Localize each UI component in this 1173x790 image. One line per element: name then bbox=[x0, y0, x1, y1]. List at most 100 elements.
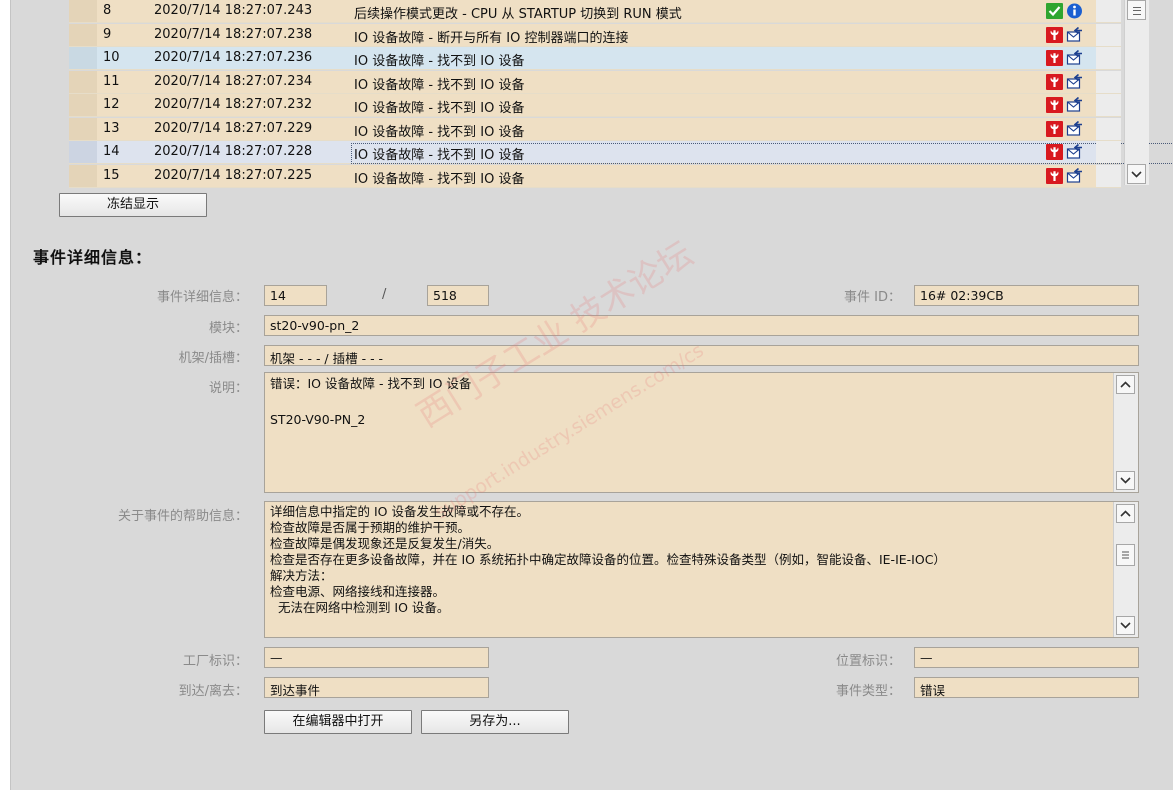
row-end-cell bbox=[1096, 94, 1121, 116]
row-header-cell bbox=[69, 141, 97, 163]
event-table-scrollbar[interactable] bbox=[1124, 0, 1149, 185]
envelope-arrow-icon bbox=[1066, 120, 1083, 137]
chevron-down-icon bbox=[1120, 477, 1131, 484]
index-separator: / bbox=[382, 287, 387, 302]
event-row[interactable]: 13 2020/7/14 18:27:07.229 IO 设备故障 - 找不到 IO… bbox=[69, 117, 1121, 141]
event-message: IO 设备故障 - 找不到 IO 设备 bbox=[354, 77, 525, 93]
row-header-cell bbox=[69, 117, 97, 140]
event-message: IO 设备故障 - 找不到 IO 设备 bbox=[354, 101, 525, 116]
event-row[interactable]: 14 2020/7/14 18:27:07.228 IO 设备故障 - 找不到 IO… bbox=[69, 141, 1173, 164]
row-end-cell bbox=[1096, 23, 1121, 46]
row-header-cell bbox=[69, 94, 97, 116]
description-content: 错误：IO 设备故障 - 找不到 IO 设备 ST20-V90-PN_2 bbox=[270, 376, 1108, 428]
row-end-cell bbox=[1096, 141, 1121, 163]
event-timestamp: 2020/7/14 18:27:07.232 bbox=[154, 97, 313, 112]
event-row[interactable]: 9 2020/7/14 18:27:07.238 IO 设备故障 - 断开与所有 I… bbox=[69, 23, 1121, 47]
help-line: 检查是否存在更多设备故障，并在 IO 系统拓扑中确定故障设备的位置。检查特殊设备… bbox=[270, 552, 946, 567]
info-icon bbox=[1066, 3, 1083, 19]
event-row[interactable]: 8 2020/7/14 18:27:07.243 后续操作模式更改 - CPU 从 … bbox=[69, 0, 1121, 23]
location-id-label: 位置标识： bbox=[835, 654, 901, 669]
help-line: 解决方法： bbox=[270, 568, 333, 583]
chevron-up-icon bbox=[1120, 510, 1131, 517]
description-scrollbar[interactable] bbox=[1113, 373, 1138, 492]
grip-icon bbox=[1133, 7, 1141, 15]
help-line: 检查故障是否属于预期的维护干预。 bbox=[270, 520, 471, 535]
freeze-display-button[interactable]: 冻结显示 bbox=[59, 193, 207, 217]
scroll-up-button[interactable] bbox=[1116, 375, 1135, 394]
row-end-cell bbox=[1096, 70, 1121, 93]
help-content: 详细信息中指定的 IO 设备发生故障或不存在。 检查故障是否属于预期的维护干预。… bbox=[270, 504, 1108, 616]
description-line bbox=[270, 392, 1108, 408]
save-as-button[interactable]: 另存为... bbox=[421, 710, 569, 734]
scroll-thumb[interactable] bbox=[1116, 544, 1135, 566]
event-timestamp: 2020/7/14 18:27:07.238 bbox=[154, 26, 313, 42]
event-icons bbox=[1044, 120, 1092, 138]
plant-id-field: — bbox=[264, 647, 489, 668]
description-line: ST20-V90-PN_2 bbox=[270, 412, 366, 427]
scroll-down-button[interactable] bbox=[1116, 471, 1135, 490]
row-end-cell bbox=[1096, 117, 1121, 140]
wrench-icon bbox=[1046, 144, 1063, 160]
grip-icon bbox=[1122, 551, 1129, 559]
help-scrollbar[interactable] bbox=[1113, 502, 1138, 637]
envelope-arrow-icon bbox=[1066, 49, 1083, 66]
arrive-leave-field: 到达事件 bbox=[264, 677, 489, 698]
event-message: IO 设备故障 - 找不到 IO 设备 bbox=[354, 54, 525, 69]
event-total-field: 518 bbox=[427, 285, 489, 306]
open-in-editor-button[interactable]: 在编辑器中打开 bbox=[264, 710, 412, 734]
event-icons bbox=[1044, 167, 1092, 185]
event-row[interactable]: 15 2020/7/14 18:27:07.225 IO 设备故障 - 找不到 IO… bbox=[69, 164, 1121, 188]
event-message: IO 设备故障 - 断开与所有 IO 控制器端口的连接 bbox=[354, 30, 629, 46]
row-header-cell bbox=[69, 0, 97, 22]
wrench-icon bbox=[1046, 167, 1063, 184]
event-icons bbox=[1044, 26, 1092, 44]
arrive-leave-label: 到达/离去： bbox=[178, 684, 248, 699]
event-row[interactable]: 10 2020/7/14 18:27:07.236 IO 设备故障 - 找不到 IO… bbox=[69, 47, 1121, 70]
event-timestamp: 2020/7/14 18:27:07.234 bbox=[154, 73, 313, 89]
help-line: 检查电源、网络接线和连接器。 bbox=[270, 584, 446, 599]
event-row[interactable]: 11 2020/7/14 18:27:07.234 IO 设备故障 - 找不到 IO… bbox=[69, 70, 1121, 94]
envelope-arrow-icon bbox=[1066, 26, 1083, 43]
chevron-down-icon bbox=[1131, 171, 1142, 178]
wrench-icon bbox=[1046, 26, 1063, 43]
event-type-label: 事件类型： bbox=[835, 684, 901, 699]
description-textarea[interactable]: 错误：IO 设备故障 - 找不到 IO 设备 ST20-V90-PN_2 bbox=[264, 372, 1139, 493]
scroll-down-button[interactable] bbox=[1127, 164, 1146, 184]
event-detail-label: 事件详细信息： bbox=[156, 290, 248, 305]
event-row[interactable]: 12 2020/7/14 18:27:07.232 IO 设备故障 - 找不到 IO… bbox=[69, 94, 1121, 117]
event-number: 9 bbox=[103, 26, 112, 42]
row-end-cell bbox=[1096, 47, 1121, 69]
row-header-cell bbox=[69, 23, 97, 46]
wrench-icon bbox=[1046, 50, 1063, 66]
row-end-cell bbox=[1096, 0, 1121, 22]
event-number: 14 bbox=[103, 144, 120, 159]
event-icons bbox=[1044, 2, 1092, 20]
chevron-up-icon bbox=[1120, 381, 1131, 388]
module-label: 模块： bbox=[208, 321, 248, 336]
diagnostics-panel: 8 2020/7/14 18:27:07.243 后续操作模式更改 - CPU 从 … bbox=[10, 0, 1173, 790]
module-field: st20-v90-pn_2 bbox=[264, 315, 1139, 336]
event-timestamp: 2020/7/14 18:27:07.243 bbox=[154, 3, 313, 18]
help-textarea[interactable]: 详细信息中指定的 IO 设备发生故障或不存在。 检查故障是否属于预期的维护干预。… bbox=[264, 501, 1139, 638]
help-label: 关于事件的帮助信息： bbox=[117, 509, 248, 524]
check-icon bbox=[1046, 3, 1063, 19]
location-id-field: — bbox=[914, 647, 1139, 668]
event-id-label: 事件 ID： bbox=[844, 290, 901, 305]
event-icons bbox=[1044, 73, 1092, 91]
envelope-arrow-icon bbox=[1066, 143, 1083, 160]
event-id-field: 16# 02:39CB bbox=[914, 285, 1139, 306]
description-label: 说明： bbox=[208, 381, 248, 396]
scroll-thumb[interactable] bbox=[1127, 0, 1146, 20]
event-timestamp: 2020/7/14 18:27:07.236 bbox=[154, 50, 313, 65]
scroll-up-button[interactable] bbox=[1116, 504, 1135, 523]
row-header-cell bbox=[69, 70, 97, 93]
event-message: 后续操作模式更改 - CPU 从 STARTUP 切换到 RUN 模式 bbox=[354, 7, 682, 22]
row-header-cell bbox=[69, 47, 97, 69]
event-index-field: 14 bbox=[264, 285, 327, 306]
event-number: 15 bbox=[103, 167, 120, 183]
event-message: IO 设备故障 - 找不到 IO 设备 bbox=[354, 124, 525, 140]
row-header-cell bbox=[69, 164, 97, 187]
scroll-down-button[interactable] bbox=[1116, 616, 1135, 635]
event-timestamp: 2020/7/14 18:27:07.229 bbox=[154, 120, 313, 136]
event-number: 11 bbox=[103, 73, 120, 89]
